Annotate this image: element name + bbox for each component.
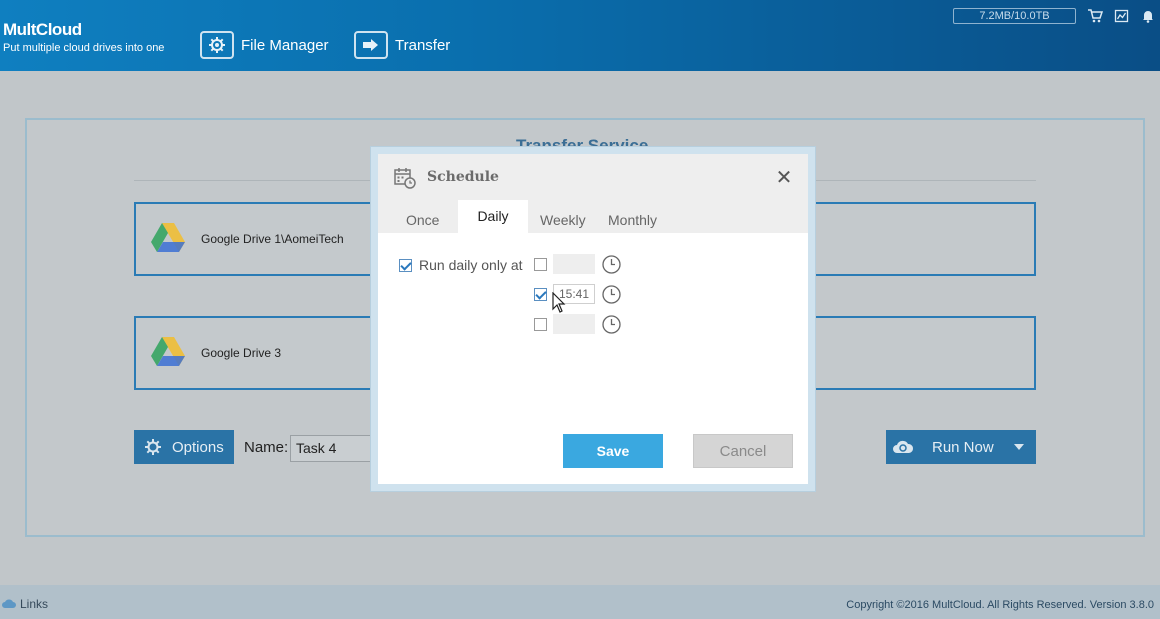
calendar-clock-icon	[394, 167, 416, 189]
cloud-link-icon	[2, 598, 16, 610]
nav-file-manager-label: File Manager	[241, 36, 329, 54]
task-name-input[interactable]: Task 4	[290, 435, 380, 462]
time-slot-3	[534, 314, 621, 334]
chevron-down-icon[interactable]	[1014, 444, 1024, 450]
run-daily-checkbox[interactable]	[399, 258, 412, 272]
links-button[interactable]: Links	[2, 597, 48, 611]
run-daily-label: Run daily only at	[419, 257, 523, 273]
cloud-sync-icon	[892, 439, 914, 455]
nav-transfer[interactable]: Transfer	[354, 30, 450, 60]
clock-icon[interactable]	[602, 284, 621, 304]
google-drive-icon	[150, 222, 186, 254]
dialog-title: Schedule	[427, 169, 499, 185]
time-input[interactable]	[553, 254, 595, 274]
options-button[interactable]: Options	[134, 430, 234, 464]
time-input[interactable]	[553, 314, 595, 334]
links-label: Links	[20, 597, 49, 611]
mouse-pointer-icon	[552, 291, 566, 314]
time-slot-checkbox[interactable]	[534, 287, 547, 301]
close-icon[interactable]: ✕	[775, 168, 793, 188]
tab-daily[interactable]: Daily	[458, 200, 528, 233]
time-slot-2: 15:41	[534, 284, 621, 304]
transfer-arrow-icon	[354, 31, 388, 59]
time-slot-1	[534, 254, 621, 274]
schedule-dialog: Schedule ✕ Once Daily Weekly Monthly Run…	[378, 154, 808, 484]
tab-monthly[interactable]: Monthly	[598, 200, 667, 233]
app-footer: Links Copyright ©2016 MultCloud. All Rig…	[0, 585, 1160, 619]
time-slot-checkbox[interactable]	[534, 257, 547, 271]
bell-icon[interactable]	[1140, 8, 1156, 24]
save-button[interactable]: Save	[563, 434, 663, 468]
app-header: MultCloud Put multiple cloud drives into…	[0, 0, 1160, 71]
tab-weekly[interactable]: Weekly	[530, 200, 596, 233]
dialog-header: Schedule ✕ Once Daily Weekly Monthly	[378, 154, 808, 233]
run-now-button[interactable]: Run Now	[886, 430, 1036, 464]
options-label: Options	[172, 438, 224, 456]
task-name-label: Name:	[244, 439, 289, 456]
nav-file-manager[interactable]: File Manager	[200, 30, 329, 60]
google-drive-icon	[150, 336, 186, 368]
nav-transfer-label: Transfer	[395, 36, 451, 54]
cancel-button[interactable]: Cancel	[693, 434, 793, 468]
gear-icon	[144, 438, 162, 456]
tab-once[interactable]: Once	[396, 200, 449, 233]
clock-icon[interactable]	[602, 314, 621, 334]
storage-usage: 7.2MB/10.0TB	[953, 8, 1076, 24]
app-logo[interactable]: MultCloud	[3, 20, 82, 40]
run-now-label: Run Now	[932, 438, 994, 456]
source-drive-name: Google Drive 1\AomeiTech	[201, 232, 344, 246]
copyright-text: Copyright ©2016 MultCloud. All Rights Re…	[846, 599, 1154, 611]
destination-drive-name: Google Drive 3	[201, 346, 282, 360]
run-daily-option[interactable]: Run daily only at	[399, 257, 523, 273]
gear-icon	[200, 31, 234, 59]
time-slot-checkbox[interactable]	[534, 317, 547, 331]
clock-icon[interactable]	[602, 254, 621, 274]
cart-icon[interactable]	[1087, 8, 1104, 24]
chart-icon[interactable]	[1114, 8, 1130, 24]
app-tagline: Put multiple cloud drives into one	[3, 42, 165, 54]
